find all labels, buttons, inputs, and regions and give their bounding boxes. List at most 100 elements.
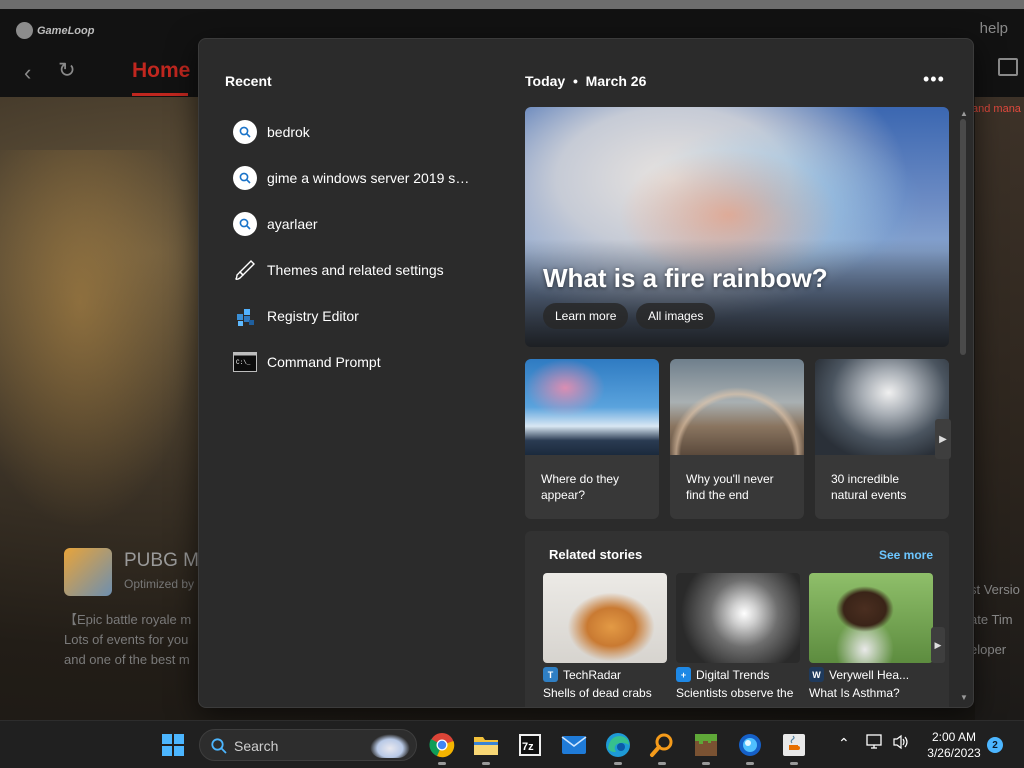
story-source-name: Digital Trends: [696, 667, 770, 682]
game-description: 【Epic battle royale m Lots of events for…: [64, 610, 191, 670]
scroll-down-icon[interactable]: ▼: [960, 693, 968, 702]
learn-more-button[interactable]: Learn more: [543, 303, 629, 329]
volume-icon[interactable]: [892, 734, 910, 753]
nav-home-underline: [132, 93, 188, 96]
date-separator: •: [569, 73, 582, 89]
search-app-icon[interactable]: [646, 729, 678, 765]
story-image: [676, 573, 800, 663]
card-label: Why you'll never find the end: [686, 472, 774, 502]
help-link[interactable]: help: [980, 20, 1008, 37]
search-icon: [233, 212, 257, 236]
story-image: [543, 573, 667, 663]
game-title: PUBG M: [124, 550, 199, 571]
see-more-link[interactable]: See more: [879, 548, 933, 562]
notification-badge[interactable]: 2: [987, 737, 1003, 753]
recent-item-label: ayarlaer: [267, 216, 318, 232]
gameloop-logo: GameLoop: [16, 22, 94, 39]
story-source-name: Verywell Hea...: [829, 667, 910, 682]
verywell-logo-icon: W: [809, 667, 824, 682]
taskbar-search-box[interactable]: [199, 729, 417, 761]
registry-editor-icon: [233, 304, 257, 328]
chrome-icon[interactable]: [426, 729, 458, 765]
gameloop-logo-icon: [16, 22, 33, 39]
reload-icon[interactable]: ↻: [58, 58, 76, 83]
recent-item-label: Command Prompt: [267, 354, 381, 370]
topic-card[interactable]: Where do they appear?: [525, 359, 659, 519]
search-icon: [233, 166, 257, 190]
edge-icon[interactable]: [602, 729, 634, 765]
techradar-logo-icon: T: [543, 667, 558, 682]
scrollbar-thumb[interactable]: [960, 119, 966, 355]
banner-sparkles: [0, 150, 200, 530]
scroll-up-icon[interactable]: ▲: [960, 109, 968, 118]
game-info-version: st Versio: [970, 582, 1020, 597]
7zip-icon[interactable]: 7z: [514, 729, 546, 761]
svg-text:7z: 7z: [522, 741, 534, 753]
svg-text:C:\_: C:\_: [236, 359, 251, 366]
back-icon[interactable]: ‹: [24, 60, 31, 86]
java-icon[interactable]: [778, 729, 810, 765]
game-desc-line: Lots of events for you: [64, 632, 189, 647]
minecraft-icon[interactable]: [690, 729, 722, 765]
recent-heading: Recent: [225, 73, 272, 89]
game-info-date: ate Tim: [970, 612, 1013, 627]
more-options-icon[interactable]: •••: [923, 69, 945, 90]
search-icon: [211, 738, 227, 754]
game-info-developer: eloper: [970, 642, 1007, 657]
recent-item-label: Registry Editor: [267, 308, 359, 324]
brush-icon: [233, 258, 257, 282]
mail-icon[interactable]: [558, 729, 590, 761]
game-icon[interactable]: [64, 548, 112, 596]
message-icon[interactable]: [998, 58, 1018, 76]
start-button-windows-icon[interactable]: [162, 734, 184, 756]
story-source-name: TechRadar: [563, 667, 622, 682]
chevron-up-icon[interactable]: ⌃: [838, 735, 850, 752]
topic-cards: Where do they appear? Why you'll never fin…: [525, 359, 951, 519]
command-prompt-icon: C:\_: [233, 350, 257, 374]
cards-next-arrow-icon[interactable]: ▶: [935, 419, 951, 459]
gameloop-logo-text: GameLoop: [37, 24, 95, 37]
today-heading: Today • March 26: [525, 73, 646, 89]
game-desc-line: and one of the best m: [64, 652, 190, 667]
nav-home[interactable]: Home: [132, 59, 190, 83]
story-card[interactable]: W Verywell Hea... What Is Asthma?: [809, 573, 933, 700]
recent-item[interactable]: Themes and related settings: [233, 247, 493, 293]
story-card[interactable]: + Digital Trends Scientists observe the: [676, 573, 800, 700]
card-label: Where do they appear?: [541, 472, 620, 502]
app-orb-icon[interactable]: [734, 729, 766, 765]
banner-tag: and mana: [972, 103, 1021, 115]
recent-item[interactable]: ayarlaer: [233, 201, 493, 247]
recent-item-label: bedrok: [267, 124, 310, 140]
hero-title: What is a fire rainbow?: [543, 263, 828, 293]
topic-card[interactable]: 30 incredible natural events: [815, 359, 949, 519]
taskbar-clock[interactable]: 2:00 AM 3/26/2023: [920, 729, 988, 761]
story-image: [809, 573, 933, 663]
card-image: [525, 359, 659, 455]
hero-card[interactable]: What is a fire rainbow? Learn more All i…: [525, 107, 949, 347]
digital-trends-logo-icon: +: [676, 667, 691, 682]
all-images-button[interactable]: All images: [636, 303, 716, 329]
story-source: T TechRadar: [543, 667, 667, 682]
network-icon[interactable]: [866, 734, 884, 753]
related-stories-title: Related stories: [549, 547, 643, 562]
stories-next-arrow-icon[interactable]: ▶: [931, 627, 945, 663]
recent-item-label: Themes and related settings: [267, 262, 444, 278]
recent-item[interactable]: C:\_ Command Prompt: [233, 339, 493, 385]
recent-item[interactable]: Registry Editor: [233, 293, 493, 339]
topic-card[interactable]: Why you'll never find the end: [670, 359, 804, 519]
recent-list: bedrok gime a windows server 2019 ses...…: [233, 109, 493, 385]
today-date: March 26: [585, 73, 647, 89]
file-explorer-icon[interactable]: [470, 729, 502, 765]
story-card[interactable]: T TechRadar Shells of dead crabs: [543, 573, 667, 700]
search-icon: [233, 120, 257, 144]
recent-item[interactable]: bedrok: [233, 109, 493, 155]
story-headline: Scientists observe the: [676, 686, 794, 700]
recent-item-label: gime a windows server 2019 ses...: [267, 170, 477, 186]
recent-item[interactable]: gime a windows server 2019 ses...: [233, 155, 493, 201]
search-input[interactable]: [234, 736, 364, 756]
story-headline: What Is Asthma?: [809, 686, 900, 700]
search-flyout: Recent bedrok gime a windows server 2019…: [198, 38, 974, 708]
related-stories: Related stories See more T TechRadar She…: [525, 531, 949, 707]
story-source: + Digital Trends: [676, 667, 800, 682]
search-highlight-image[interactable]: [370, 734, 410, 758]
